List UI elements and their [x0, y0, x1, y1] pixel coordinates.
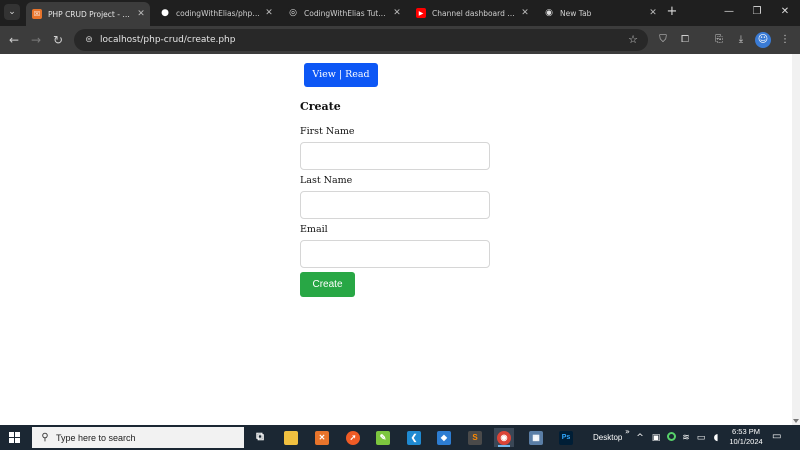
last-name-input[interactable] [300, 191, 490, 219]
profile-avatar-icon[interactable]: ☺ [755, 32, 771, 48]
youtube-favicon-icon: ▶ [416, 8, 426, 18]
xampp-icon[interactable]: ✕ [312, 428, 332, 447]
shield-extension-icon[interactable]: ⛉ [655, 32, 671, 48]
status-circle-icon[interactable] [665, 432, 677, 445]
url-text[interactable]: localhost/php-crud/create.php [100, 33, 235, 47]
desktop-toolbar-chevron-icon[interactable]: » [625, 427, 630, 436]
close-window-icon[interactable]: ✕ [773, 3, 797, 21]
tab-share-icon[interactable]: ⎘ [711, 32, 727, 48]
new-tab-plus-icon[interactable]: + [664, 4, 680, 20]
windows-taskbar: ⚲ Type here to search ⧉ ✕ ➚ ✎ ❮ ◆ S ◉ ▦ … [0, 425, 800, 450]
last-name-label: Last Name [300, 175, 353, 186]
restore-icon[interactable]: ❐ [745, 3, 769, 21]
download-icon[interactable]: ⤓ [733, 32, 749, 48]
bookmark-star-icon[interactable]: ☆ [628, 33, 638, 47]
reload-icon[interactable]: ↻ [49, 31, 67, 49]
tab-search-chevron-down-icon[interactable]: ⌄ [4, 4, 20, 20]
page-viewport: View | Read Create First Name Last Name … [0, 54, 792, 425]
tab-new-tab[interactable]: ◉ New Tab ✕ [538, 3, 662, 23]
windows-start-icon[interactable] [9, 432, 21, 444]
task-view-icon[interactable]: ⧉ [250, 428, 270, 447]
close-icon[interactable]: ✕ [520, 8, 530, 18]
tab-php-crud[interactable]: ☒ PHP CRUD Project - Crea ✕ [26, 2, 150, 26]
meet-now-icon[interactable]: ▣ [650, 432, 662, 444]
search-icon: ⚲ [41, 432, 49, 443]
notification-icon[interactable]: ▭ [772, 431, 781, 442]
notepad-plus-plus-icon[interactable]: ✎ [373, 428, 393, 447]
email-input[interactable] [300, 240, 490, 268]
tab-strip: ⌄ ☒ PHP CRUD Project - Crea ✕ ● codingWi… [0, 0, 800, 26]
clock-date: 10/1/2024 [729, 437, 763, 446]
back-arrow-icon[interactable]: ← [5, 31, 23, 49]
tab-youtube-dashboard[interactable]: ▶ Channel dashboard - You ✕ [410, 3, 534, 23]
vscode-icon[interactable]: ❮ [404, 428, 424, 447]
taskbar-search-placeholder: Type here to search [56, 432, 136, 443]
create-submit-button[interactable]: Create [300, 272, 355, 297]
chrome-icon[interactable]: ◉ [494, 428, 514, 447]
slideshow-app-icon[interactable]: ▦ [526, 428, 546, 447]
github-favicon-icon: ● [160, 8, 170, 18]
tab-github[interactable]: ● codingWithElias/php-cru ✕ [154, 3, 278, 23]
show-hidden-icons-chevron-up-icon[interactable]: ^ [634, 432, 646, 444]
minimize-icon[interactable]: — [717, 3, 741, 21]
3d-builder-icon[interactable]: ◆ [434, 428, 454, 447]
close-icon[interactable]: ✕ [648, 8, 658, 18]
scrollbar-down-arrow-icon[interactable] [793, 409, 799, 423]
view-read-button[interactable]: View | Read [304, 63, 378, 87]
taskbar-clock[interactable]: 6:53 PM 10/1/2024 [727, 427, 765, 447]
tab-codingwithelias[interactable]: ◎ CodingWithElias Tutoria ✕ [282, 3, 406, 23]
menu-kebab-icon[interactable]: ⋮ [777, 32, 793, 48]
chrome-favicon-icon: ◉ [544, 8, 554, 18]
first-name-input[interactable] [300, 142, 490, 170]
address-bar[interactable]: ⊜ localhost/php-crud/create.php ☆ [74, 29, 648, 51]
taskbar-search-box[interactable]: ⚲ Type here to search [32, 427, 244, 448]
email-label: Email [300, 224, 328, 235]
clock-time: 6:53 PM [732, 427, 760, 436]
browser-toolbar: ← → ↻ ⊜ localhost/php-crud/create.php ☆ … [0, 26, 800, 54]
wifi-icon[interactable]: ≋ [680, 432, 692, 444]
page-title: Create [300, 100, 341, 113]
close-icon[interactable]: ✕ [392, 8, 402, 18]
close-icon[interactable]: ✕ [264, 8, 274, 18]
postman-icon[interactable]: ➚ [343, 428, 363, 447]
close-icon[interactable]: ✕ [136, 9, 146, 19]
extensions-puzzle-icon[interactable]: ⧠ [677, 32, 693, 48]
forward-arrow-icon[interactable]: → [27, 31, 45, 49]
battery-icon[interactable]: ▭ [695, 432, 707, 444]
xampp-favicon-icon: ☒ [32, 9, 42, 19]
sublime-text-icon[interactable]: S [465, 428, 485, 447]
desktop-toolbar-label[interactable]: Desktop [593, 433, 622, 442]
photoshop-icon[interactable]: Ps [556, 428, 576, 447]
first-name-label: First Name [300, 126, 355, 137]
volume-icon[interactable]: ◖ [710, 432, 722, 444]
site-favicon-icon: ◎ [288, 8, 298, 18]
file-explorer-icon[interactable] [281, 428, 301, 447]
site-info-icon[interactable]: ⊜ [82, 33, 96, 47]
page-scrollbar[interactable] [792, 54, 800, 425]
